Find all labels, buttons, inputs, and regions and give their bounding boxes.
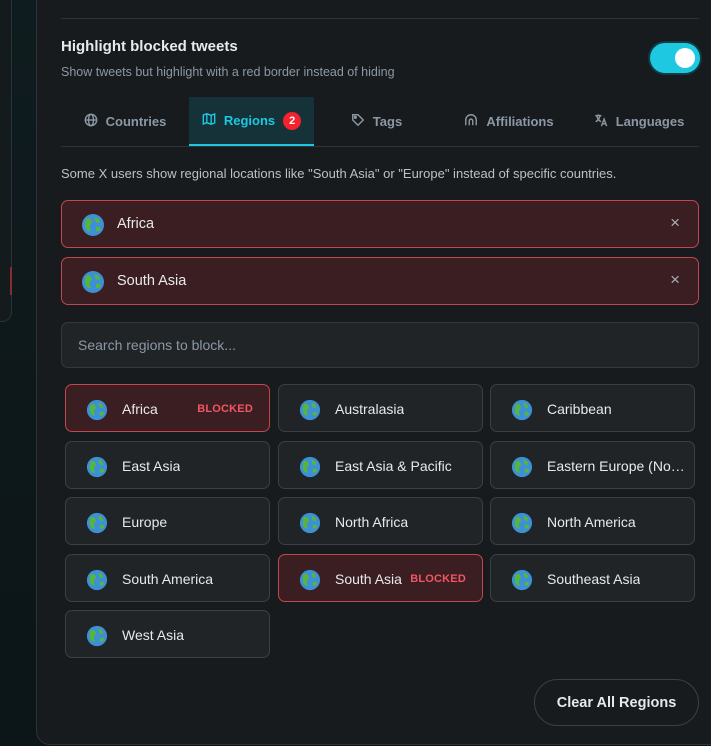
- region-option[interactable]: Europe: [65, 497, 270, 545]
- tab-languages[interactable]: Languages: [579, 97, 699, 146]
- region-name: Eastern Europe (Non-EU): [547, 458, 687, 474]
- tab-label: Affiliations: [486, 114, 554, 129]
- region-option[interactable]: West Asia: [65, 610, 270, 658]
- count-badge: 2: [283, 111, 302, 130]
- remove-icon[interactable]: ×: [670, 213, 680, 233]
- globe-icon: [511, 399, 533, 421]
- region-name: Australasia: [335, 401, 405, 417]
- remove-icon[interactable]: ×: [670, 270, 680, 290]
- globe-icon: [86, 456, 108, 478]
- globe-icon: [299, 569, 321, 591]
- tab-bar: Countries Regions 2 Tags Affiliations La…: [61, 97, 699, 147]
- region-name: East Asia & Pacific: [335, 458, 452, 474]
- affiliation-icon: [464, 113, 478, 130]
- tab-affiliations[interactable]: Affiliations: [439, 97, 579, 146]
- region-option[interactable]: South America: [65, 554, 270, 602]
- blocked-region-name: South Asia: [117, 273, 187, 289]
- left-card: [0, 0, 12, 322]
- blocked-region-name: Africa: [117, 216, 155, 232]
- tab-label: Languages: [615, 114, 685, 129]
- globe-icon: [84, 113, 98, 130]
- globe-icon: [511, 569, 533, 591]
- region-option[interactable]: Africa BLOCKED: [65, 384, 270, 432]
- region-name: Caribbean: [547, 401, 612, 417]
- region-name: West Asia: [122, 627, 184, 643]
- globe-icon: [86, 399, 108, 421]
- region-name: Africa: [122, 401, 158, 417]
- tab-label: Regions: [223, 113, 276, 128]
- globe-icon: [81, 270, 105, 294]
- region-option[interactable]: Australasia: [278, 384, 483, 432]
- tab-tags[interactable]: Tags: [314, 97, 439, 146]
- blocked-tag: BLOCKED: [410, 573, 466, 585]
- tab-countries[interactable]: Countries: [61, 97, 189, 146]
- region-name: North Africa: [335, 514, 409, 530]
- globe-icon: [299, 456, 321, 478]
- globe-icon: [81, 213, 105, 237]
- tab-regions[interactable]: Regions 2: [189, 97, 314, 146]
- setting-title: Highlight blocked tweets: [61, 38, 238, 55]
- toggle-knob: [675, 48, 695, 68]
- blocked-region-chip: Africa ×: [61, 200, 699, 248]
- search-input[interactable]: [61, 322, 699, 368]
- tab-label: Countries: [105, 114, 167, 129]
- region-name: North America: [547, 514, 636, 530]
- region-option[interactable]: North America: [490, 497, 695, 545]
- map-icon: [202, 112, 216, 129]
- help-text: Some X users show regional locations lik…: [61, 166, 617, 181]
- globe-icon: [299, 512, 321, 534]
- left-card-marker: [10, 267, 12, 295]
- divider: [61, 18, 699, 19]
- blocked-region-chip: South Asia ×: [61, 257, 699, 305]
- blocked-tag: BLOCKED: [197, 403, 253, 415]
- globe-icon: [86, 625, 108, 647]
- region-option[interactable]: Caribbean: [490, 384, 695, 432]
- region-name: South America: [122, 571, 214, 587]
- tag-icon: [351, 113, 365, 130]
- tab-label: Tags: [372, 114, 403, 129]
- region-option[interactable]: Southeast Asia: [490, 554, 695, 602]
- setting-description: Show tweets but highlight with a red bor…: [61, 65, 395, 79]
- region-name: Europe: [122, 514, 168, 530]
- region-option[interactable]: South Asia BLOCKED: [278, 554, 483, 602]
- translate-icon: [594, 113, 608, 130]
- globe-icon: [299, 399, 321, 421]
- globe-icon: [511, 512, 533, 534]
- region-name: East Asia: [122, 458, 181, 474]
- clear-all-button[interactable]: Clear All Regions: [534, 679, 699, 726]
- globe-icon: [86, 569, 108, 591]
- region-name: Southeast Asia: [547, 571, 641, 587]
- region-option[interactable]: Eastern Europe (Non-EU): [490, 441, 695, 489]
- region-option[interactable]: North Africa: [278, 497, 483, 545]
- region-option[interactable]: East Asia: [65, 441, 270, 489]
- globe-icon: [86, 512, 108, 534]
- highlight-toggle[interactable]: [650, 43, 700, 73]
- region-option[interactable]: East Asia & Pacific: [278, 441, 483, 489]
- globe-icon: [511, 456, 533, 478]
- region-name: South Asia: [335, 571, 402, 587]
